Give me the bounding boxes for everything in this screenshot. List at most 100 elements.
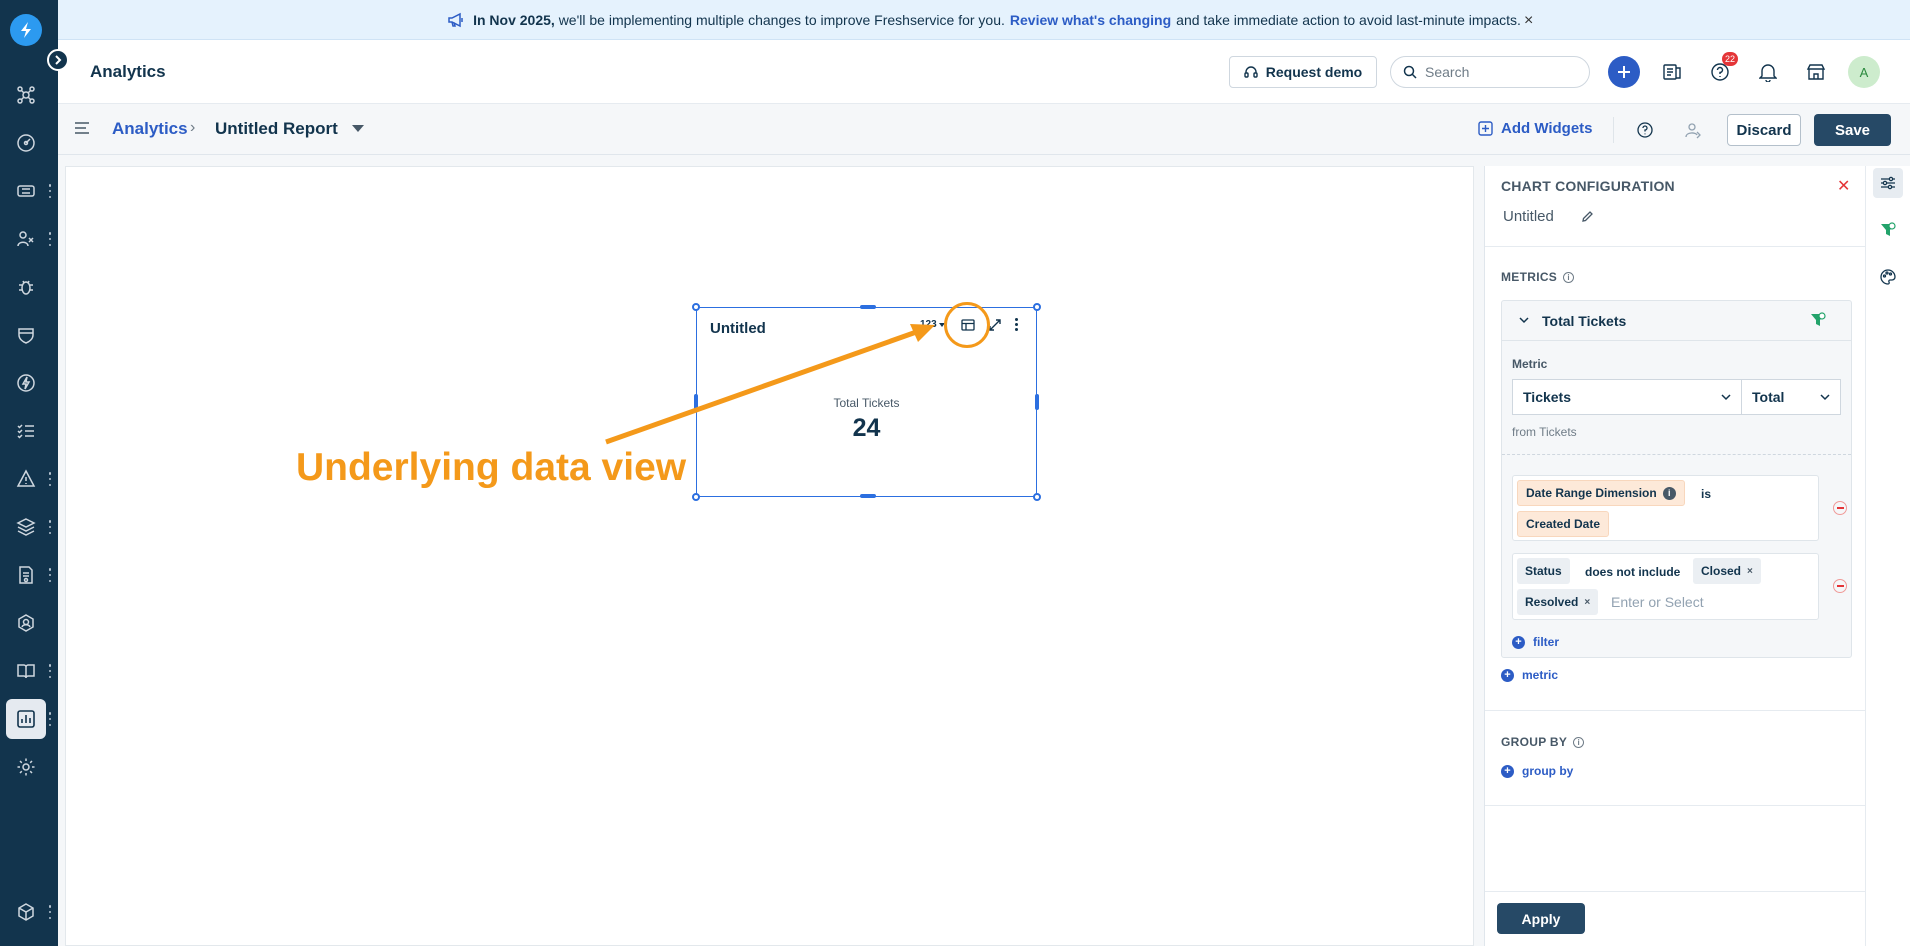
resize-handle-left[interactable] [694,394,698,410]
widget-name: Untitled [1503,208,1554,225]
help-icon[interactable]: 22 [1704,52,1739,88]
dashed-divider [1502,454,1851,455]
remove-filter-icon[interactable] [1833,579,1847,593]
palette-icon[interactable] [1873,262,1903,292]
annotation-text: Underlying data view [296,446,687,489]
banner-date: In Nov 2025, [473,11,555,28]
chip-remove-icon[interactable]: × [1584,597,1590,608]
filter-field-tag[interactable]: Status [1517,558,1570,584]
hamburger-menu-icon[interactable] [74,121,90,138]
filter-funnel-icon[interactable] [1873,215,1903,245]
nav-shield-icon[interactable] [6,315,46,355]
add-metric-button[interactable]: + metric [1501,668,1558,682]
banner-close-icon[interactable]: × [1524,12,1533,30]
page-title: Analytics [90,62,166,81]
resize-handle-top-right[interactable] [1033,303,1041,311]
expand-icon[interactable] [988,318,1001,331]
notifications-bell-icon[interactable] [1752,56,1784,88]
nav-more-icon[interactable] [46,905,54,919]
save-button[interactable]: Save [1814,114,1891,146]
help-circle-icon[interactable] [1636,121,1654,142]
viz-type-number-icon: 123 [920,319,937,330]
nav-settings-icon[interactable] [6,747,46,787]
nav-bug-icon[interactable] [6,267,46,307]
report-dropdown-caret-icon[interactable] [352,125,364,132]
nav-more-icon[interactable] [46,232,54,246]
nav-contracts-icon[interactable] [6,555,46,595]
resize-handle-top[interactable] [860,305,876,309]
filter-value-input[interactable]: Enter or Select [1611,594,1704,610]
request-demo-button[interactable]: Request demo [1229,56,1377,88]
metric-card-header[interactable]: Total Tickets [1502,301,1851,341]
add-filter-label: filter [1533,635,1560,649]
nav-analytics-icon[interactable] [6,699,46,739]
info-icon[interactable]: i [1563,271,1575,283]
breadcrumb-analytics[interactable]: Analytics [112,119,188,139]
nav-bolt-icon[interactable] [6,363,46,403]
chip-remove-icon[interactable]: × [1747,566,1753,577]
avatar[interactable]: A [1848,56,1880,88]
nav-more-icon[interactable] [46,184,54,198]
add-filter-button[interactable]: + filter [1512,635,1559,649]
chart-settings-sliders-icon[interactable] [1873,168,1903,198]
create-new-button[interactable] [1608,56,1640,88]
freshservice-logo[interactable] [10,14,42,46]
nav-service-icon[interactable] [6,603,46,643]
aggregation-select[interactable]: Total [1741,379,1841,415]
expand-nav-button[interactable] [47,49,69,71]
metric-select[interactable]: Tickets [1512,379,1742,415]
filter-value-chip[interactable]: Resolved × [1517,589,1599,615]
panel-close-icon[interactable]: ✕ [1837,176,1850,196]
chevron-down-icon [1820,394,1830,401]
toolbar-divider [1613,117,1614,143]
share-user-icon[interactable] [1684,121,1702,142]
collapse-chevron-icon[interactable] [1518,313,1530,329]
info-icon[interactable]: i [1573,736,1585,748]
review-changes-link[interactable]: Review what's changing [1010,12,1171,28]
resize-handle-bottom-left[interactable] [692,493,700,501]
filter-value-tag[interactable]: Created Date [1517,511,1610,537]
add-group-by-button[interactable]: + group by [1501,764,1573,778]
add-widgets-button[interactable]: Add Widgets [1478,120,1593,137]
metric-field-label: Metric [1512,357,1548,371]
plus-circle-icon: + [1512,635,1525,649]
plus-icon [1618,66,1630,78]
resize-handle-top-left[interactable] [692,303,700,311]
nav-more-icon[interactable] [46,520,54,534]
nav-more-icon[interactable] [46,712,54,726]
remove-filter-icon[interactable] [1833,501,1847,515]
task-list-icon[interactable] [1656,56,1688,88]
report-title[interactable]: Untitled Report [215,119,338,139]
apply-button[interactable]: Apply [1497,903,1585,934]
resize-handle-bottom[interactable] [860,494,876,498]
nav-book-icon[interactable] [6,651,46,691]
filter-field-tag[interactable]: Date Range Dimension i [1517,480,1685,506]
nav-warning-icon[interactable] [6,459,46,499]
divider [1485,805,1866,806]
discard-button[interactable]: Discard [1727,114,1801,146]
nav-more-icon[interactable] [46,568,54,582]
nav-gauge-icon[interactable] [6,123,46,163]
nav-tickets-icon[interactable] [6,171,46,211]
nav-cube-icon[interactable] [6,892,46,932]
filter-icon[interactable] [1810,312,1826,331]
viz-type-selector[interactable]: 123 [920,319,945,330]
resize-handle-bottom-right[interactable] [1033,493,1041,501]
filter-operator: does not include [1585,565,1681,579]
more-options-icon[interactable] [1014,318,1018,331]
config-rail [1865,166,1910,946]
nav-more-icon[interactable] [46,472,54,486]
nav-users-icon[interactable] [6,219,46,259]
apps-store-icon[interactable] [1800,56,1832,88]
nav-layers-icon[interactable] [6,507,46,547]
edit-name-pencil-icon[interactable] [1581,210,1594,226]
nav-dashboard-icon[interactable] [6,75,46,115]
filter-value-chip[interactable]: Closed × [1693,558,1761,584]
add-widgets-label: Add Widgets [1501,120,1593,137]
resize-handle-right[interactable] [1035,394,1039,410]
nav-more-icon[interactable] [46,664,54,678]
nav-checklist-icon[interactable] [6,411,46,451]
breadcrumb-separator: › [190,119,196,136]
info-filled-icon[interactable]: i [1662,486,1676,500]
search-input[interactable]: Search [1390,56,1590,88]
